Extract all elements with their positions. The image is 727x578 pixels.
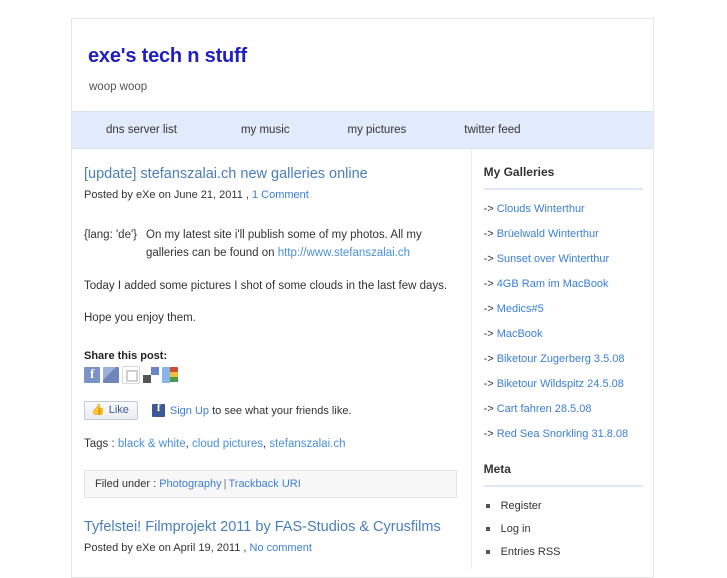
sidebar-galleries-heading: My Galleries — [483, 165, 555, 179]
arrow-icon: -> — [483, 403, 494, 415]
list-item: -> Biketour Wildspitz 24.5.08 — [484, 378, 643, 390]
sidebar-meta-rule — [483, 485, 643, 487]
gallery-link-medics-5[interactable]: Medics#5 — [497, 303, 544, 315]
facebook-like-button[interactable]: 👍 Like — [84, 401, 138, 421]
list-item: Log in — [484, 523, 643, 535]
facebook-signup-link[interactable]: Sign Up — [170, 405, 209, 417]
gallery-link-biketour-wildspitz[interactable]: Biketour Wildspitz 24.5.08 — [497, 378, 624, 390]
gallery-link-sunset-over-winterthur[interactable]: Sunset over Winterthur — [497, 253, 610, 265]
nav-item-my-pictures[interactable]: my pictures — [348, 124, 407, 136]
thumbs-up-icon: 👍 — [91, 403, 105, 416]
list-item: -> Biketour Zugerberg 3.5.08 — [484, 353, 643, 365]
arrow-icon: -> — [483, 378, 494, 390]
meta-list: Register Log in Entries RSS — [484, 500, 643, 558]
lang-tag: {lang: 'de'} — [84, 229, 137, 242]
stefanszalai-link[interactable]: http://www.stefanszalai.ch — [278, 247, 410, 259]
page-container: exe's tech n stuff woop woop dns server … — [71, 18, 654, 578]
site-header: exe's tech n stuff woop woop — [72, 19, 653, 111]
arrow-icon: -> — [483, 428, 494, 440]
main-navigation: dns server list my music my pictures twi… — [72, 111, 653, 149]
digg-share-icon[interactable] — [122, 366, 140, 385]
list-item: -> Brüelwald Winterthur — [484, 228, 643, 240]
meta-link-entries-rss[interactable]: Entries RSS — [501, 546, 561, 558]
post-tags: Tags : black & white, cloud pictures, st… — [84, 438, 457, 450]
nav-item-my-music[interactable]: my music — [241, 124, 290, 136]
post-article: Tyfelstei! Filmprojekt 2011 by FAS-Studi… — [84, 518, 457, 554]
list-item: -> Medics#5 — [484, 303, 643, 315]
arrow-icon: -> — [483, 203, 494, 215]
gallery-list: -> Clouds Winterthur -> Brüelwald Winterth… — [484, 203, 643, 440]
post-article: [update] stefanszalai.ch new galleries o… — [84, 165, 457, 499]
list-item: -> MacBook — [484, 328, 643, 340]
trackback-uri-link[interactable]: Trackback URI — [228, 478, 300, 490]
post-title-link[interactable]: Tyfelstei! Filmprojekt 2011 by FAS-Studi… — [84, 519, 441, 535]
gallery-link-cart-fahren[interactable]: Cart fahren 28.5.08 — [497, 403, 592, 415]
facebook-signup-note: Sign Up to see what your friends like. — [151, 402, 352, 418]
post-paragraph-1: Today I added some pictures I shot of so… — [84, 279, 448, 292]
nav-item-dns-server-list[interactable]: dns server list — [106, 124, 177, 136]
meta-link-register[interactable]: Register — [501, 500, 542, 512]
gallery-link-clouds-winterthur[interactable]: Clouds Winterthur — [497, 203, 585, 215]
list-item: -> Cart fahren 28.5.08 — [484, 403, 643, 415]
gallery-link-bruelwald-winterthur[interactable]: Brüelwald Winterthur — [497, 228, 599, 240]
like-button-label: Like — [108, 404, 129, 417]
arrow-icon: -> — [483, 303, 494, 315]
list-item: -> Sunset over Winterthur — [484, 253, 643, 265]
sidebar-meta-block: Meta Register Log in Entries RSS — [483, 462, 643, 558]
facebook-like-row: 👍 Like Sign Up to see what your friends … — [84, 401, 457, 421]
arrow-icon: -> — [483, 278, 494, 290]
tag-stefanszalai[interactable]: stefanszalai.ch — [269, 438, 345, 450]
arrow-icon: -> — [483, 228, 494, 240]
post-title-link[interactable]: [update] stefanszalai.ch new galleries o… — [84, 166, 368, 182]
body-columns: [update] stefanszalai.ch new galleries o… — [72, 149, 653, 569]
list-item: -> 4GB Ram im MacBook — [484, 278, 643, 290]
tag-cloud-pictures[interactable]: cloud pictures — [192, 438, 263, 450]
nav-item-twitter-feed[interactable]: twitter feed — [464, 124, 520, 136]
list-item: -> Clouds Winterthur — [484, 203, 643, 215]
share-heading: Share this post: — [84, 350, 168, 363]
sidebar: My Galleries -> Clouds Winterthur -> Brüel… — [470, 149, 653, 569]
post-paragraph-2: Hope you enjoy them. — [84, 312, 196, 324]
lang-block: {lang: 'de'} On my latest site i'll publ… — [84, 227, 457, 263]
sidebar-meta-heading: Meta — [483, 462, 511, 476]
list-item: Register — [484, 500, 643, 512]
main-content: [update] stefanszalai.ch new galleries o… — [72, 149, 471, 554]
facebook-icon — [151, 402, 165, 418]
gallery-link-biketour-zugerberg[interactable]: Biketour Zugerberg 3.5.08 — [497, 353, 625, 365]
gallery-link-red-sea-snorkling[interactable]: Red Sea Snorkling 31.8.08 — [497, 428, 628, 440]
post-meta-author-date: Posted by eXe on June 21, 2011 , — [84, 189, 249, 202]
filed-under-box: Filed under : Photography | Trackback URI — [84, 470, 457, 499]
site-title[interactable]: exe's tech n stuff — [88, 45, 653, 68]
facebook-signup-text: to see what your friends like. — [209, 404, 352, 417]
google-share-icon[interactable] — [162, 367, 178, 384]
filed-under-label: Filed under : — [95, 478, 157, 491]
tags-label: Tags : — [84, 438, 115, 451]
post-comment-link[interactable]: 1 Comment — [252, 189, 309, 201]
gallery-link-4gb-ram-im-macbook[interactable]: 4GB Ram im MacBook — [497, 278, 609, 290]
post-meta: Posted by eXe on June 21, 2011 , 1 Comme… — [84, 189, 457, 201]
sidebar-galleries-rule — [483, 188, 643, 190]
list-item: Entries RSS — [484, 546, 643, 558]
arrow-icon: -> — [483, 253, 494, 265]
gallery-link-macbook[interactable]: MacBook — [497, 328, 543, 340]
tag-black-and-white[interactable]: black & white — [118, 438, 186, 450]
facebook-share-icon[interactable] — [84, 366, 100, 384]
post-meta-author-date: Posted by eXe on April 19, 2011 , — [84, 542, 247, 555]
post-meta: Posted by eXe on April 19, 2011 , No com… — [84, 542, 457, 554]
post-comment-link[interactable]: No comment — [250, 542, 312, 554]
post-title: Tyfelstei! Filmprojekt 2011 by FAS-Studi… — [84, 518, 457, 536]
delicious-share-icon[interactable] — [143, 367, 159, 384]
filed-under-category-link[interactable]: Photography — [159, 478, 221, 490]
meta-link-log-in[interactable]: Log in — [501, 523, 531, 535]
list-item: -> Red Sea Snorkling 31.8.08 — [484, 428, 643, 440]
lang-text: On my latest site i'll publish some of m… — [146, 227, 451, 263]
site-tagline: woop woop — [89, 81, 148, 93]
arrow-icon: -> — [483, 328, 494, 340]
myspace-share-icon[interactable] — [103, 367, 119, 384]
arrow-icon: -> — [483, 353, 494, 365]
share-icon-row — [84, 366, 457, 385]
post-title: [update] stefanszalai.ch new galleries o… — [84, 165, 457, 183]
